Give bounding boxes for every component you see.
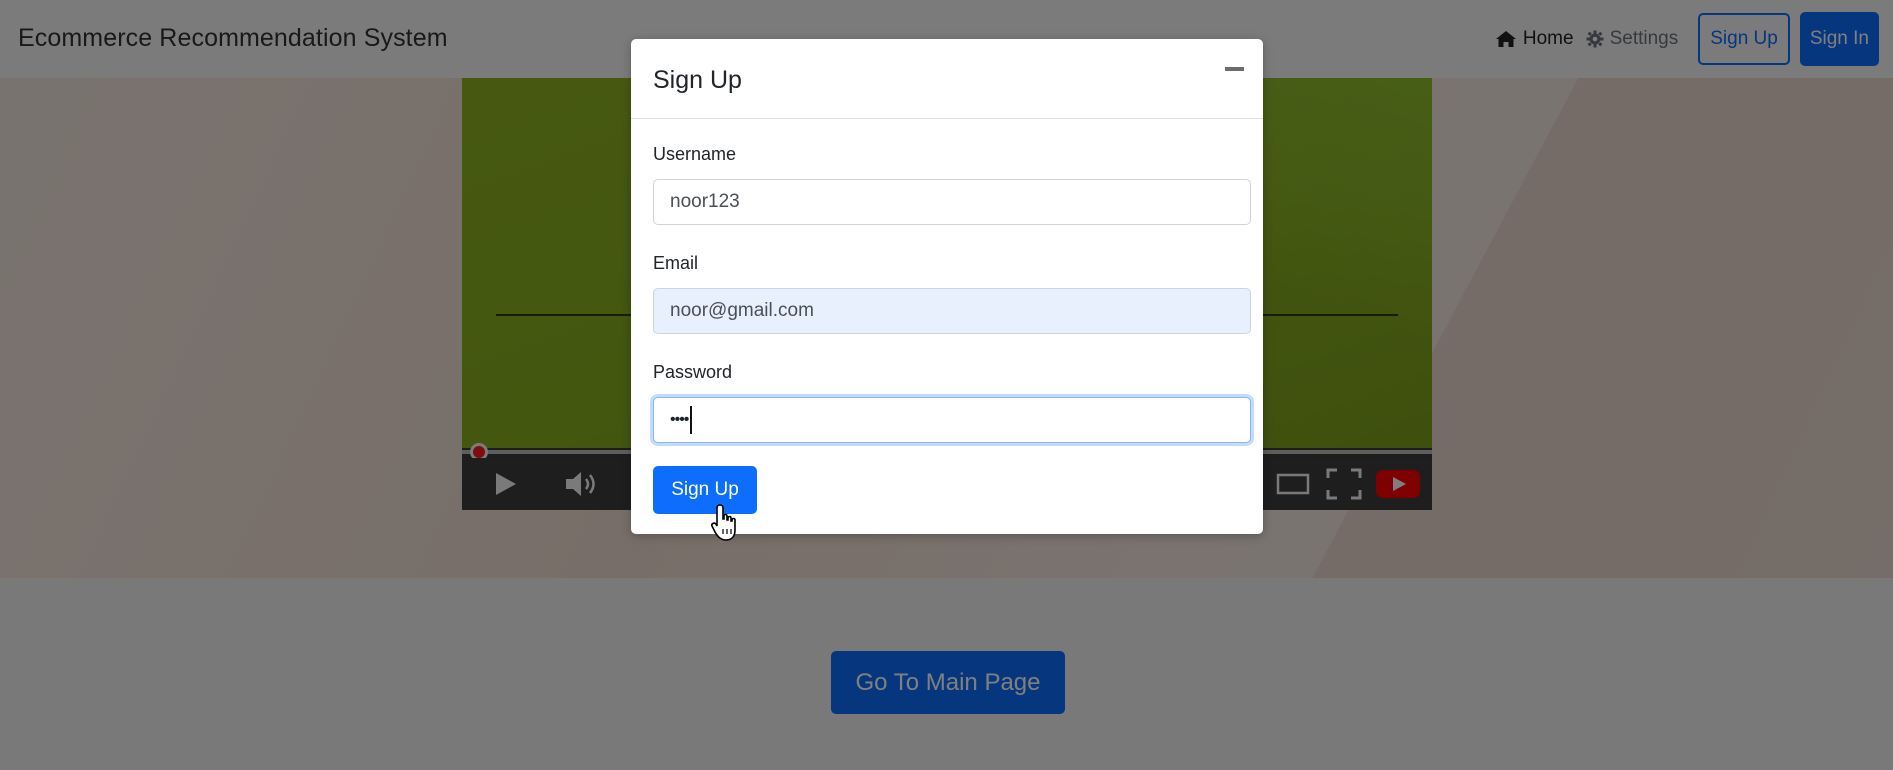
signup-modal: Sign Up Username noor123 Email noor@gmai… xyxy=(631,39,1263,534)
email-value: noor@gmail.com xyxy=(670,300,814,321)
modal-title: Sign Up xyxy=(653,66,742,94)
signup-submit-button[interactable]: Sign Up xyxy=(653,466,757,514)
password-field[interactable]: •••• xyxy=(653,397,1251,443)
hand-cursor-icon xyxy=(711,504,736,541)
username-field[interactable]: noor123 xyxy=(653,179,1251,225)
username-value: noor123 xyxy=(670,191,740,212)
password-label: Password xyxy=(653,362,733,382)
text-caret xyxy=(690,406,693,434)
email-label: Email xyxy=(653,253,699,273)
password-value: •••• xyxy=(670,411,689,428)
email-field[interactable]: noor@gmail.com xyxy=(653,288,1251,334)
username-label: Username xyxy=(653,144,737,164)
modal-header: Sign Up xyxy=(631,39,1263,119)
minimize-icon[interactable] xyxy=(1225,61,1245,75)
